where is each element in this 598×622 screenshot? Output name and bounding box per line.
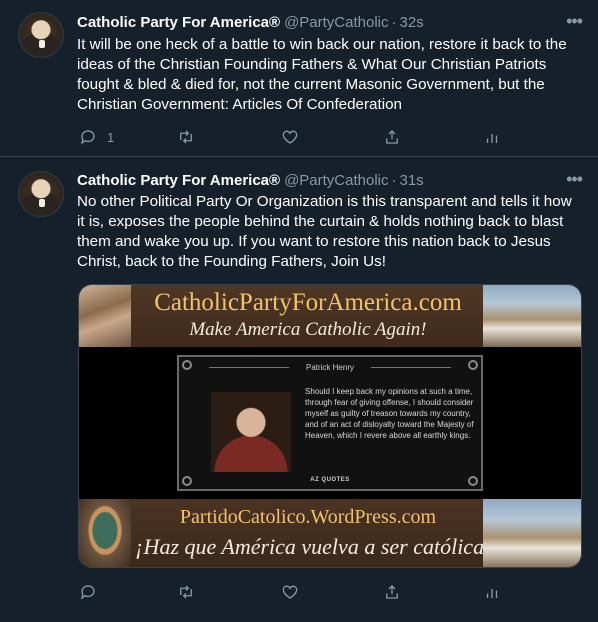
display-name[interactable]: Catholic Party For America® <box>77 14 280 31</box>
analytics-icon <box>486 589 498 598</box>
madonna-image <box>79 285 131 347</box>
tweet-text: It will be one heck of a battle to win b… <box>77 36 567 113</box>
reply-icon <box>80 130 95 145</box>
separator-dot: · <box>391 171 397 189</box>
share-button[interactable] <box>383 127 401 147</box>
banner-title: PartidoCatolico.WordPress.com <box>179 506 437 528</box>
reply-count: 1 <box>107 129 115 145</box>
avatar[interactable] <box>18 12 64 58</box>
quote-author: Patrick Henry <box>305 363 354 372</box>
more-horizontal-icon[interactable]: ••• <box>566 170 583 188</box>
heart-icon <box>282 585 298 599</box>
banner-title: CatholicPartyForAmerica.com <box>154 289 462 316</box>
tweet-actions <box>77 582 517 602</box>
more-horizontal-icon[interactable]: ••• <box>566 12 583 30</box>
reply-icon <box>80 585 95 600</box>
user-handle[interactable]: @PartyCatholic <box>284 14 388 31</box>
guadalupe-image <box>79 499 131 567</box>
share-icon <box>386 130 398 144</box>
tweet-media-image[interactable]: CatholicPartyForAmerica.com Make America… <box>78 284 582 568</box>
heart-icon <box>282 130 298 144</box>
timestamp[interactable]: 32s <box>400 14 424 31</box>
mission-image <box>483 285 581 347</box>
mission-image <box>483 499 581 567</box>
retweet-button[interactable] <box>177 582 195 602</box>
display-name[interactable]: Catholic Party For America® <box>77 172 280 189</box>
quote-text: Should I keep back my opinions at such a… <box>305 387 474 440</box>
tweet-actions: 1 <box>77 127 517 147</box>
analytics-button[interactable] <box>483 127 501 147</box>
like-button[interactable] <box>281 582 299 602</box>
timestamp[interactable]: 31s <box>400 172 424 189</box>
banner-subtitle: ¡Haz que América vuelva a ser católica! <box>135 534 492 559</box>
retweet-icon <box>180 585 192 599</box>
like-button[interactable] <box>281 127 299 147</box>
tweet-text: No other Political Party Or Organization… <box>77 193 572 270</box>
media-banner-bottom: PartidoCatolico.WordPress.com ¡Haz que A… <box>79 499 581 567</box>
reply-button[interactable]: 1 <box>79 127 114 147</box>
analytics-icon <box>486 134 498 143</box>
separator-dot: · <box>391 13 397 31</box>
share-button[interactable] <box>383 582 401 602</box>
media-banner-top: CatholicPartyForAmerica.com Make America… <box>79 285 581 347</box>
quote-source: AZ QUOTES <box>310 477 350 483</box>
retweet-button[interactable] <box>177 127 195 147</box>
retweet-icon <box>180 130 192 144</box>
analytics-button[interactable] <box>483 582 501 602</box>
reply-button[interactable] <box>79 582 107 602</box>
tweet-header: Catholic Party For America® @PartyCathol… <box>77 170 424 190</box>
portrait-image <box>211 392 291 472</box>
share-icon <box>386 585 398 599</box>
banner-subtitle: Make America Catholic Again! <box>189 319 427 340</box>
tweet-1[interactable]: Catholic Party For America® @PartyCathol… <box>0 0 598 152</box>
quote-card: Patrick Henry Should I keep back my opin… <box>177 355 483 491</box>
user-handle[interactable]: @PartyCatholic <box>284 172 388 189</box>
tweet-header: Catholic Party For America® @PartyCathol… <box>77 12 424 32</box>
avatar[interactable] <box>18 171 64 217</box>
